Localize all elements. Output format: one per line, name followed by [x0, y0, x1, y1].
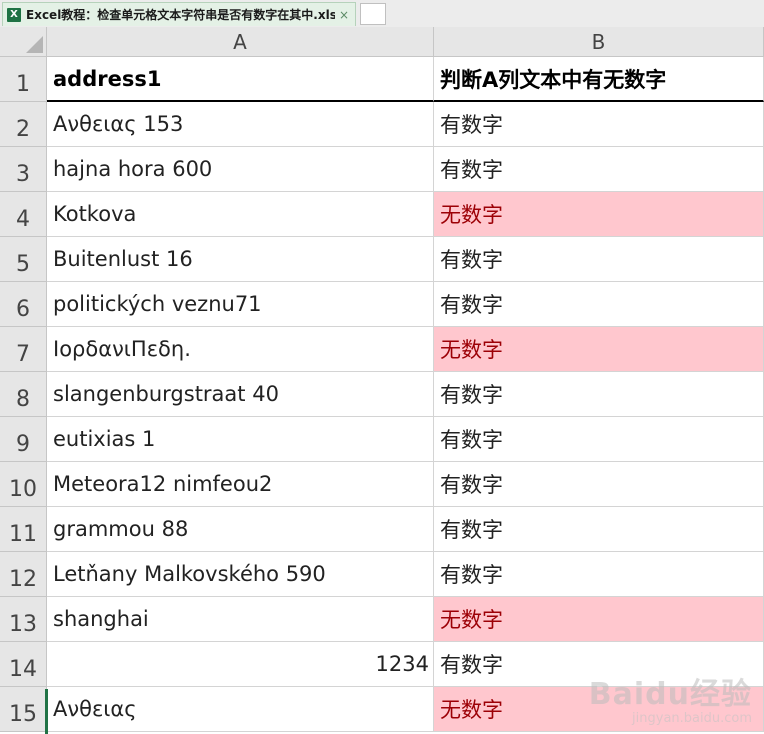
cell-address[interactable]: Ανθειας 153	[47, 102, 434, 147]
cell-address[interactable]: Kotkova	[47, 192, 434, 237]
cell-address[interactable]: politických veznu71	[47, 282, 434, 327]
row-header[interactable]: 6	[0, 282, 47, 327]
cell-digit-check[interactable]: 有数字	[434, 147, 764, 192]
row-header[interactable]: 13	[0, 597, 47, 642]
cell-digit-check[interactable]: 有数字	[434, 282, 764, 327]
workbook-tab-title: Excel教程：检查单元格文本字符串是否有数字在其中.xlsx	[26, 8, 335, 22]
cell-address[interactable]: shanghai	[47, 597, 434, 642]
spreadsheet-grid: A B 1 address1 判断A列文本中有无数字 2 Ανθειας 153 有数字 3…	[0, 27, 764, 734]
row-header[interactable]: 9	[0, 417, 47, 462]
row-header[interactable]: 12	[0, 552, 47, 597]
cell-digit-check[interactable]: 有数字	[434, 372, 764, 417]
cell-address[interactable]: hajna hora 600	[47, 147, 434, 192]
cell-digit-check[interactable]: 有数字	[434, 237, 764, 282]
row-header[interactable]: 15	[0, 687, 47, 732]
column-header-b[interactable]: B	[434, 27, 764, 57]
close-icon[interactable]: ×	[339, 8, 349, 22]
row-header[interactable]: 8	[0, 372, 47, 417]
cell-address[interactable]: Buitenlust 16	[47, 237, 434, 282]
cell-digit-check[interactable]: 无数字	[434, 192, 764, 237]
cell-digit-check[interactable]: 有数字	[434, 642, 764, 687]
row-header[interactable]: 14	[0, 642, 47, 687]
row-header[interactable]: 7	[0, 327, 47, 372]
header-cell-b[interactable]: 判断A列文本中有无数字	[434, 57, 764, 102]
active-row-marker	[45, 689, 48, 734]
row-header[interactable]: 1	[0, 57, 47, 102]
row-header[interactable]: 5	[0, 237, 47, 282]
cell-digit-check[interactable]: 有数字	[434, 552, 764, 597]
cell-digit-check[interactable]: 无数字	[434, 687, 764, 732]
cell-digit-check[interactable]: 有数字	[434, 417, 764, 462]
cell-address[interactable]: eutixias 1	[47, 417, 434, 462]
row-header[interactable]: 10	[0, 462, 47, 507]
column-header-a[interactable]: A	[47, 27, 434, 57]
cell-address[interactable]: ΙορδανιΠεδη.	[47, 327, 434, 372]
excel-file-icon: X	[7, 7, 21, 22]
row-header[interactable]: 4	[0, 192, 47, 237]
row-header[interactable]: 11	[0, 507, 47, 552]
cell-address[interactable]: 1234	[47, 642, 434, 687]
cell-digit-check[interactable]: 有数字	[434, 102, 764, 147]
row-header[interactable]: 2	[0, 102, 47, 147]
workbook-tab[interactable]: X Excel教程：检查单元格文本字符串是否有数字在其中.xlsx ×	[2, 2, 356, 26]
select-all-triangle-icon	[26, 36, 43, 53]
cell-address[interactable]: Ανθειας	[47, 687, 434, 732]
header-cell-a[interactable]: address1	[47, 57, 434, 102]
cell-address[interactable]: grammou 88	[47, 507, 434, 552]
cell-address[interactable]: Meteora12 nimfeou2	[47, 462, 434, 507]
select-all-button[interactable]	[0, 27, 47, 57]
cell-address[interactable]: slangenburgstraat 40	[47, 372, 434, 417]
tab-bar: X Excel教程：检查单元格文本字符串是否有数字在其中.xlsx ×	[0, 0, 764, 28]
cell-digit-check[interactable]: 有数字	[434, 507, 764, 552]
cell-digit-check[interactable]: 无数字	[434, 597, 764, 642]
cell-address[interactable]: Letňany Malkovského 590	[47, 552, 434, 597]
new-tab-button[interactable]	[360, 3, 386, 25]
row-header[interactable]: 3	[0, 147, 47, 192]
cell-digit-check[interactable]: 有数字	[434, 462, 764, 507]
cell-digit-check[interactable]: 无数字	[434, 327, 764, 372]
